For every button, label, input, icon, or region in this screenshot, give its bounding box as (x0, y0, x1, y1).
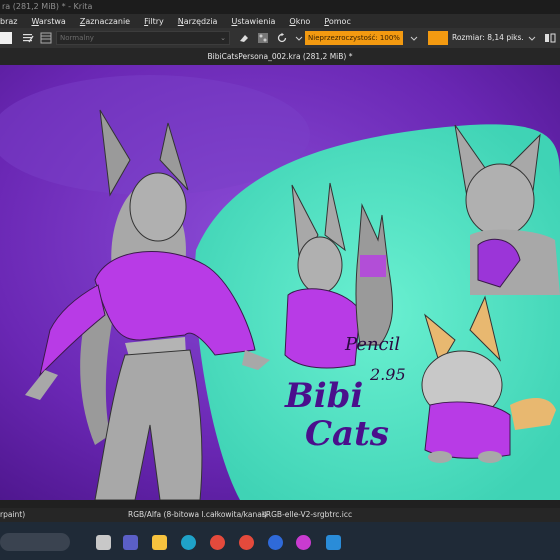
chrome-icon-2[interactable] (239, 535, 254, 550)
blend-mode-select[interactable]: Normalny ⌄ (56, 31, 230, 45)
artwork: Pencil 2.95 Bibi Cats (0, 65, 560, 500)
paint-icon[interactable] (296, 535, 311, 550)
status-tool: rpaint) (0, 510, 26, 519)
logo-bibi: Bibi (284, 376, 363, 416)
chevron-down-icon: ⌄ (220, 34, 226, 42)
preset-grid-icon[interactable] (40, 32, 52, 44)
signature-version: 2.95 (369, 365, 406, 384)
logo-cats: Cats (305, 414, 389, 454)
edge-icon[interactable] (181, 535, 196, 550)
signature-pencil: Pencil (344, 334, 400, 355)
reload-icon[interactable] (276, 32, 288, 44)
teams-icon[interactable] (123, 535, 138, 550)
texture-icon[interactable] (257, 32, 269, 44)
menu-settings[interactable]: Ustawienia (231, 17, 282, 26)
chevron-down-icon[interactable] (408, 32, 420, 44)
size-slider[interactable]: Rozmiar: 8,14 piks. (452, 31, 524, 45)
chevron-down-icon[interactable] (293, 32, 305, 44)
file-explorer-icon[interactable] (152, 535, 167, 550)
menu-layer[interactable]: Warstwa (31, 17, 72, 26)
document-tab[interactable]: BibiCatsPersona_002.kra (281,2 MiB) * (0, 48, 560, 65)
menu-tools[interactable]: Narzędzia (178, 17, 225, 26)
status-bar: rpaint) RGB/Alfa (8-bitowa l.całkowita/k… (0, 508, 560, 522)
menu-bar: braz Warstwa Zaznaczanie Filtry Narzędzi… (0, 14, 560, 28)
chrome-icon[interactable] (210, 535, 225, 550)
eraser-icon[interactable] (238, 32, 250, 44)
menu-filter[interactable]: Filtry (144, 17, 171, 26)
drawing-canvas[interactable]: Pencil 2.95 Bibi Cats (0, 65, 560, 500)
task-view-icon[interactable] (96, 535, 111, 550)
opacity-slider[interactable]: Nieprzezroczystość: 100% (305, 31, 403, 45)
menu-window[interactable]: Okno (289, 17, 317, 26)
brush-settings-icon[interactable] (22, 32, 34, 44)
chevron-down-icon[interactable] (526, 32, 538, 44)
krita-icon[interactable] (326, 535, 341, 550)
status-color-space: RGB/Alfa (8-bitowa l.całkowita/kanał) (128, 510, 267, 519)
menu-help[interactable]: Pomoc (324, 17, 358, 26)
taskbar-search[interactable] (0, 533, 70, 551)
tool-options-bar: Normalny ⌄ Nieprzezroczystość: 100% Rozm… (0, 28, 560, 49)
mirror-icon[interactable] (544, 32, 556, 44)
window-title: ra (281,2 MiB) * - Krita (0, 0, 560, 14)
bluetooth-icon[interactable] (268, 535, 283, 550)
color-swatch-icon[interactable] (0, 32, 12, 44)
canvas-gap (0, 500, 560, 508)
menu-select[interactable]: Zaznaczanie (80, 17, 137, 26)
taskbar (0, 522, 560, 560)
size-slider-fill[interactable] (428, 31, 448, 45)
menu-image[interactable]: braz (0, 17, 24, 26)
status-profile: sRGB-elle-V2-srgbtrc.icc (262, 510, 353, 519)
